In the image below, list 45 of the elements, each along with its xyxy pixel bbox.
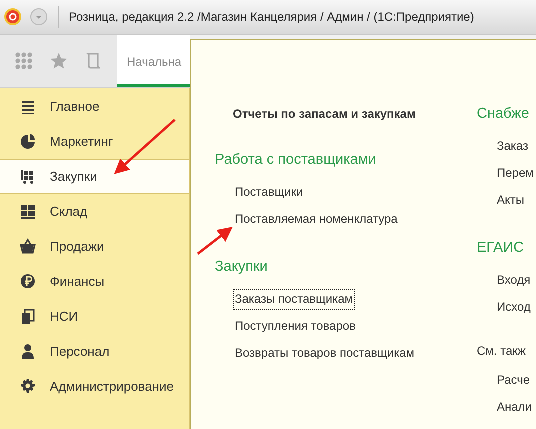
annotation-arrow — [114, 119, 176, 174]
sidebar-item[interactable]: Продажи — [0, 229, 189, 264]
sidebar-item[interactable]: Финансы — [0, 264, 189, 299]
sidebar-item[interactable]: Администрирование — [0, 369, 189, 404]
app-logo-icon[interactable] — [4, 8, 22, 26]
basket-icon — [20, 238, 36, 255]
dropdown-button[interactable] — [30, 8, 48, 26]
sidebar-item[interactable]: Закупки — [0, 159, 189, 194]
menu-link[interactable]: Поступления товаров — [233, 316, 358, 337]
sidebar-item[interactable]: Маркетинг — [0, 124, 189, 159]
section-heading: ЕГАИС — [477, 239, 524, 258]
grid-icon — [20, 203, 36, 220]
sidebar-item[interactable]: Главное — [0, 89, 189, 124]
menu-link[interactable]: Входя — [495, 270, 533, 291]
report-link[interactable]: Отчеты по запасам и закупкам — [233, 102, 416, 126]
menu-link[interactable]: Исход — [495, 297, 533, 318]
cart-icon — [20, 168, 36, 185]
menu-link[interactable]: Анали — [495, 397, 534, 418]
pie-chart-icon — [20, 133, 36, 150]
window-title: Розница, редакция 2.2 /Магазин Канцелярия / Админ / (1С:Предприятие) — [69, 10, 474, 24]
menu-link[interactable]: Расче — [495, 370, 532, 391]
person-icon — [20, 343, 36, 360]
menu-link[interactable]: Возвраты товаров поставщикам — [233, 343, 417, 364]
section-heading: Работа с поставщиками — [215, 151, 376, 170]
section-heading: Закупки — [215, 258, 268, 277]
sidebar-item[interactable]: НСИ — [0, 299, 189, 334]
section-heading: Снабже — [477, 105, 530, 124]
annotation-arrow — [197, 226, 233, 255]
sidebar-item[interactable]: Склад — [0, 194, 189, 229]
home-tab[interactable]: Начальна — [117, 35, 190, 87]
menu-link[interactable]: Акты — [495, 190, 527, 211]
menu-icon — [20, 98, 36, 115]
star-icon[interactable] — [50, 52, 68, 70]
scroll-icon[interactable] — [86, 52, 102, 70]
menu-link[interactable]: Поставщики — [233, 182, 306, 203]
sidebar-item[interactable]: Персонал — [0, 334, 189, 369]
settings-icon — [20, 378, 36, 395]
see-also-label: См. такж — [477, 343, 526, 360]
menu-link[interactable]: Поставляемая номенклатура — [233, 209, 400, 230]
menu-link[interactable]: Заказ — [495, 136, 530, 157]
menu-link[interactable]: Перем — [495, 163, 536, 184]
documents-icon — [20, 308, 36, 325]
apps-grid-icon[interactable] — [14, 52, 33, 70]
ruble-icon — [20, 273, 36, 290]
menu-link[interactable]: Заказы поставщикам — [233, 289, 356, 310]
